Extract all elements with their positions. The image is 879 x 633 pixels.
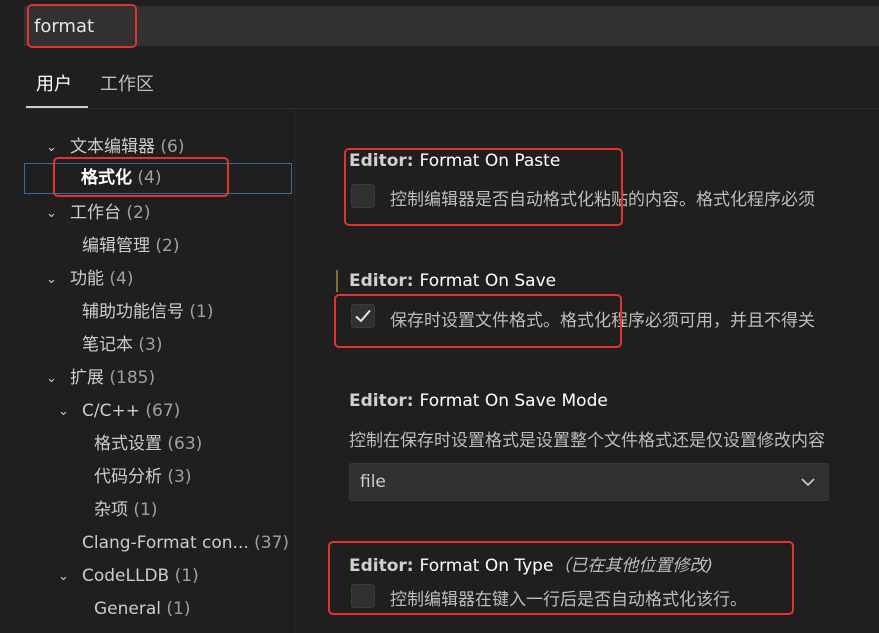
chevron-down-icon: ⌄ [46, 272, 57, 287]
toc-item-notebook[interactable]: 笔记本 (3) [24, 330, 292, 361]
setting-description: 控制编辑器是否自动格式化粘贴的内容。格式化程序必须 [390, 190, 815, 210]
setting-description: 控制在保存时设置格式是设置整个文件格式还是仅设置修改内容 [349, 431, 825, 451]
toc-item-features[interactable]: ⌄ 功能 (4) [24, 264, 292, 295]
chevron-down-icon: ⌄ [58, 569, 69, 584]
toc-item-general[interactable]: General (1) [24, 594, 292, 625]
toc-item-code-analysis[interactable]: 代码分析 (3) [24, 462, 292, 493]
format-on-save-checkbox[interactable] [351, 304, 375, 328]
toc-item-cpp[interactable]: ⌄ C/C++ (67) [24, 396, 292, 427]
pane-divider [294, 108, 295, 633]
setting-description: 控制编辑器在键入一行后是否自动格式化该行。 [390, 590, 747, 610]
format-on-save-mode-select[interactable]: file [349, 463, 829, 501]
tab-workspace[interactable]: 工作区 [100, 70, 154, 96]
toc-item-clang-format[interactable]: Clang-Format con... (37) [24, 528, 292, 559]
modified-indicator [336, 270, 338, 292]
format-on-type-checkbox[interactable] [351, 584, 375, 608]
scope-tabs: 用户 工作区 [24, 62, 879, 109]
toc-item-extensions[interactable]: ⌄ 扩展 (185) [24, 363, 292, 394]
toc-item-accessibility-signals[interactable]: 辅助功能信号 (1) [24, 297, 292, 328]
setting-title-format-on-type: Editor: Format On Type（已在其他位置修改) [349, 556, 714, 576]
format-on-paste-checkbox[interactable] [351, 184, 375, 208]
search-box[interactable] [24, 6, 879, 46]
chevron-down-icon: ⌄ [46, 371, 57, 386]
settings-toc: ⌄ 文本编辑器 (6) 格式化 (4) ⌄ 工作台 (2) 编辑管理 (2) ⌄… [24, 130, 294, 633]
chevron-down-icon [801, 478, 815, 487]
check-icon [355, 309, 371, 323]
setting-title-format-on-save: Editor: Format On Save [349, 271, 557, 291]
chevron-down-icon: ⌄ [46, 206, 57, 221]
settings-list: Editor: Format On Paste 控制编辑器是否自动格式化粘贴的内… [336, 130, 879, 633]
toc-item-cpp-formatting[interactable]: 格式设置 (63) [24, 429, 292, 460]
toc-item-misc[interactable]: 杂项 (1) [24, 495, 292, 526]
active-tab-indicator [26, 106, 88, 108]
toc-item-formatting[interactable]: 格式化 (4) [24, 163, 292, 194]
toc-item-editor-management[interactable]: 编辑管理 (2) [24, 231, 292, 262]
toc-item-workbench[interactable]: ⌄ 工作台 (2) [24, 198, 292, 229]
search-input[interactable] [34, 14, 334, 38]
setting-title-format-on-save-mode: Editor: Format On Save Mode [349, 391, 608, 411]
chevron-down-icon: ⌄ [58, 404, 69, 419]
toc-item-codelldb[interactable]: ⌄ CodeLLDB (1) [24, 561, 292, 592]
setting-description: 保存时设置文件格式。格式化程序必须可用，并且不得关 [390, 311, 815, 331]
toc-item-text-editor[interactable]: ⌄ 文本编辑器 (6) [24, 132, 292, 163]
chevron-down-icon: ⌄ [46, 140, 57, 155]
setting-title-format-on-paste: Editor: Format On Paste [349, 151, 561, 171]
tab-user[interactable]: 用户 [36, 70, 72, 96]
